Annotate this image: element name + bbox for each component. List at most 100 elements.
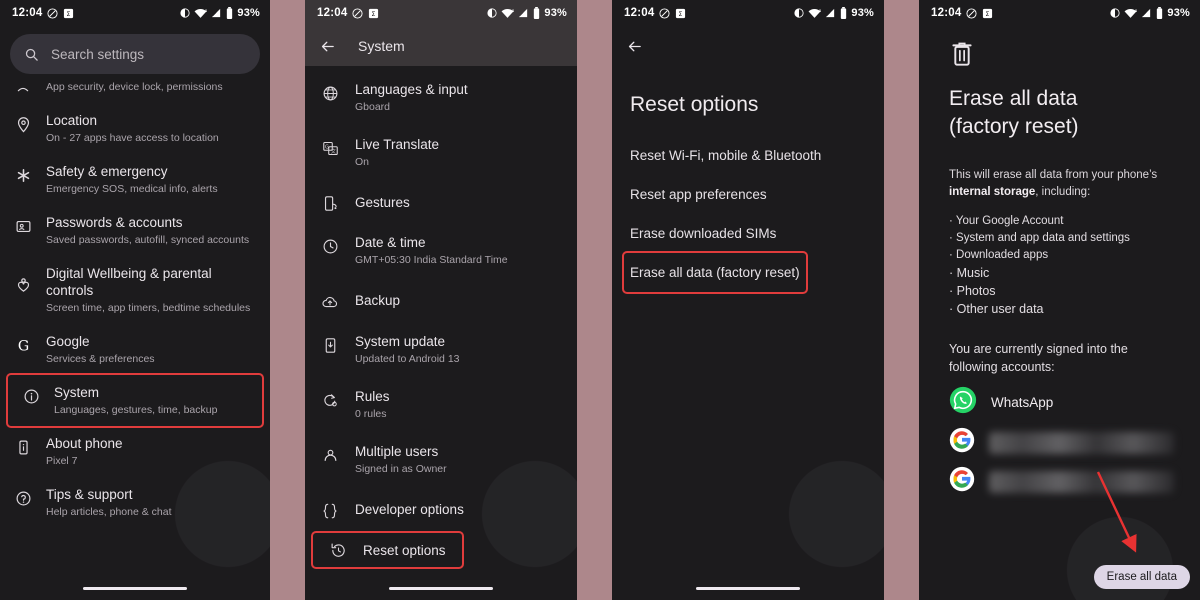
list-item-title: Digital Wellbeing & parental controls <box>46 266 212 298</box>
erase-description-bold: internal storage <box>949 186 1036 198</box>
chevron-up-icon <box>0 80 46 94</box>
screen-record-icon <box>966 7 977 19</box>
sidebar-item-backup[interactable]: Backup <box>305 278 577 322</box>
person-icon <box>305 443 355 464</box>
sidebar-item-safety[interactable]: Safety & emergency Emergency SOS, medica… <box>0 154 270 205</box>
asterisk-icon <box>0 163 46 184</box>
status-bar-left: 12:04 Σ <box>317 7 379 19</box>
status-time: 12:04 <box>931 7 962 19</box>
info-circle-icon <box>8 384 54 405</box>
list-item-sub: Emergency SOS, medical info, alerts <box>46 183 218 195</box>
erase-all-data-button[interactable]: Erase all data <box>1093 565 1190 589</box>
battery-percent: 93% <box>544 7 567 19</box>
screen-record-icon <box>659 7 670 19</box>
status-time: 12:04 <box>317 7 348 19</box>
sidebar-item-system-update[interactable]: System update Updated to Android 13 <box>305 322 577 377</box>
list-item-sub: App security, device lock, permissions <box>46 81 223 93</box>
sidebar-item-live-translate[interactable]: G文 Live Translate On <box>305 125 577 180</box>
svg-text:Σ: Σ <box>372 9 376 17</box>
screen-record-icon <box>352 7 363 19</box>
list-item-sub: Pixel 7 <box>46 455 78 467</box>
list-item: Your Google Account <box>949 213 1178 230</box>
status-bar-left: 12:04 Σ <box>624 7 686 19</box>
list-item-title: Rules <box>355 389 390 404</box>
question-circle-icon <box>0 486 46 507</box>
sidebar-item-gestures[interactable]: Gestures <box>305 180 577 223</box>
sidebar-item-passwords[interactable]: Passwords & accounts Saved passwords, au… <box>0 205 270 256</box>
erase-description-suffix: , including: <box>1035 186 1091 198</box>
erase-content: Erase all data (factory reset) This will… <box>919 26 1200 497</box>
home-indicator[interactable] <box>696 587 800 590</box>
google-g-icon <box>949 466 975 497</box>
list-item-sub: Languages, gestures, time, backup <box>54 404 218 416</box>
wellbeing-icon <box>0 265 46 294</box>
list-item-title: System <box>54 385 100 400</box>
sidebar-item-system[interactable]: System Languages, gestures, time, backup <box>6 373 264 428</box>
list-item-title: Reset options <box>363 543 446 558</box>
list-item-sub: Updated to Android 13 <box>355 353 460 365</box>
reset-option-app-preferences[interactable]: Reset app preferences <box>612 175 874 214</box>
list-item-sub: Saved passwords, autofill, synced accoun… <box>46 234 250 246</box>
rules-icon <box>305 388 355 409</box>
app-bar: System <box>305 26 577 66</box>
reset-option-erase-all-data[interactable]: Erase all data (factory reset) <box>622 251 808 294</box>
status-bar: 12:04 Σ 8 <box>305 0 577 26</box>
watermark-decoration <box>782 454 884 574</box>
do-not-disturb-icon <box>1110 8 1120 18</box>
google-g-icon: G <box>0 333 46 354</box>
list-item-title: Live Translate <box>355 137 440 152</box>
list-item-sub: Gboard <box>355 101 391 113</box>
status-bar-right: 8 93% <box>180 7 260 19</box>
watermark-decoration <box>168 454 270 574</box>
sidebar-item-location[interactable]: Location On - 27 apps have access to loc… <box>0 103 270 154</box>
status-bar: 12:04 Σ 8 <box>0 0 270 26</box>
account-row-whatsapp: WhatsApp <box>941 376 1178 419</box>
back-arrow-icon[interactable] <box>319 38 336 55</box>
sidebar-item-digital-wellbeing[interactable]: Digital Wellbeing & parental controls Sc… <box>0 256 270 324</box>
sidebar-item-languages-input[interactable]: Languages & input Gboard <box>305 70 577 125</box>
translate-icon: G文 <box>305 136 355 157</box>
home-indicator[interactable] <box>83 587 187 590</box>
app-bar <box>612 26 884 66</box>
list-item-title: Multiple users <box>355 444 439 459</box>
list-item-title: About phone <box>46 436 123 451</box>
redacted-account-email <box>989 470 1174 493</box>
sidebar-item-reset-options[interactable]: Reset options <box>311 531 464 569</box>
sidebar-item-google[interactable]: G Google Services & preferences <box>0 324 270 375</box>
list-item-title: Tips & support <box>46 487 133 502</box>
sigma-app-icon: Σ <box>982 8 993 19</box>
screenshot-stage: 12:04 Σ 8 <box>0 0 1200 600</box>
list-item-title: Date & time <box>355 235 426 250</box>
whatsapp-icon <box>949 386 977 419</box>
wifi-icon: 8 <box>808 8 821 19</box>
signal-icon <box>518 8 529 19</box>
phone-screen-settings: 12:04 Σ 8 <box>0 0 270 600</box>
svg-text:8: 8 <box>512 8 514 13</box>
page-title: System <box>358 38 405 54</box>
status-bar-left: 12:04 Σ <box>931 7 993 19</box>
home-indicator[interactable] <box>389 587 493 590</box>
svg-text:G: G <box>325 145 329 151</box>
svg-text:Σ: Σ <box>67 9 71 17</box>
location-pin-icon <box>0 112 46 133</box>
reset-option-wifi-mobile-bluetooth[interactable]: Reset Wi-Fi, mobile & Bluetooth <box>612 136 874 175</box>
braces-icon <box>305 498 355 520</box>
list-item-title: Languages & input <box>355 82 468 97</box>
list-item-sub: Screen time, app timers, bedtime schedul… <box>46 302 251 314</box>
reset-option-erase-downloaded-sims[interactable]: Erase downloaded SIMs <box>612 214 874 253</box>
back-arrow-icon[interactable] <box>626 38 643 55</box>
account-name: WhatsApp <box>991 395 1054 410</box>
sidebar-item-date-time[interactable]: Date & time GMT+05:30 India Standard Tim… <box>305 223 577 278</box>
list-item: Downloaded apps <box>949 247 1178 264</box>
phone-screen-erase-all-data: 12:04 Σ 8 <box>919 0 1200 600</box>
list-item[interactable]: App security, device lock, permissions <box>0 78 270 103</box>
account-card-icon <box>0 214 46 235</box>
battery-icon <box>1156 7 1163 19</box>
sidebar-item-rules[interactable]: Rules 0 rules <box>305 377 577 432</box>
status-time: 12:04 <box>624 7 655 19</box>
screen-record-icon <box>47 7 58 19</box>
cloud-upload-icon <box>305 289 355 311</box>
search-input[interactable]: Search settings <box>10 34 260 74</box>
status-time: 12:04 <box>12 7 43 19</box>
erase-description-prefix: This will erase all data from your phone… <box>949 169 1158 181</box>
